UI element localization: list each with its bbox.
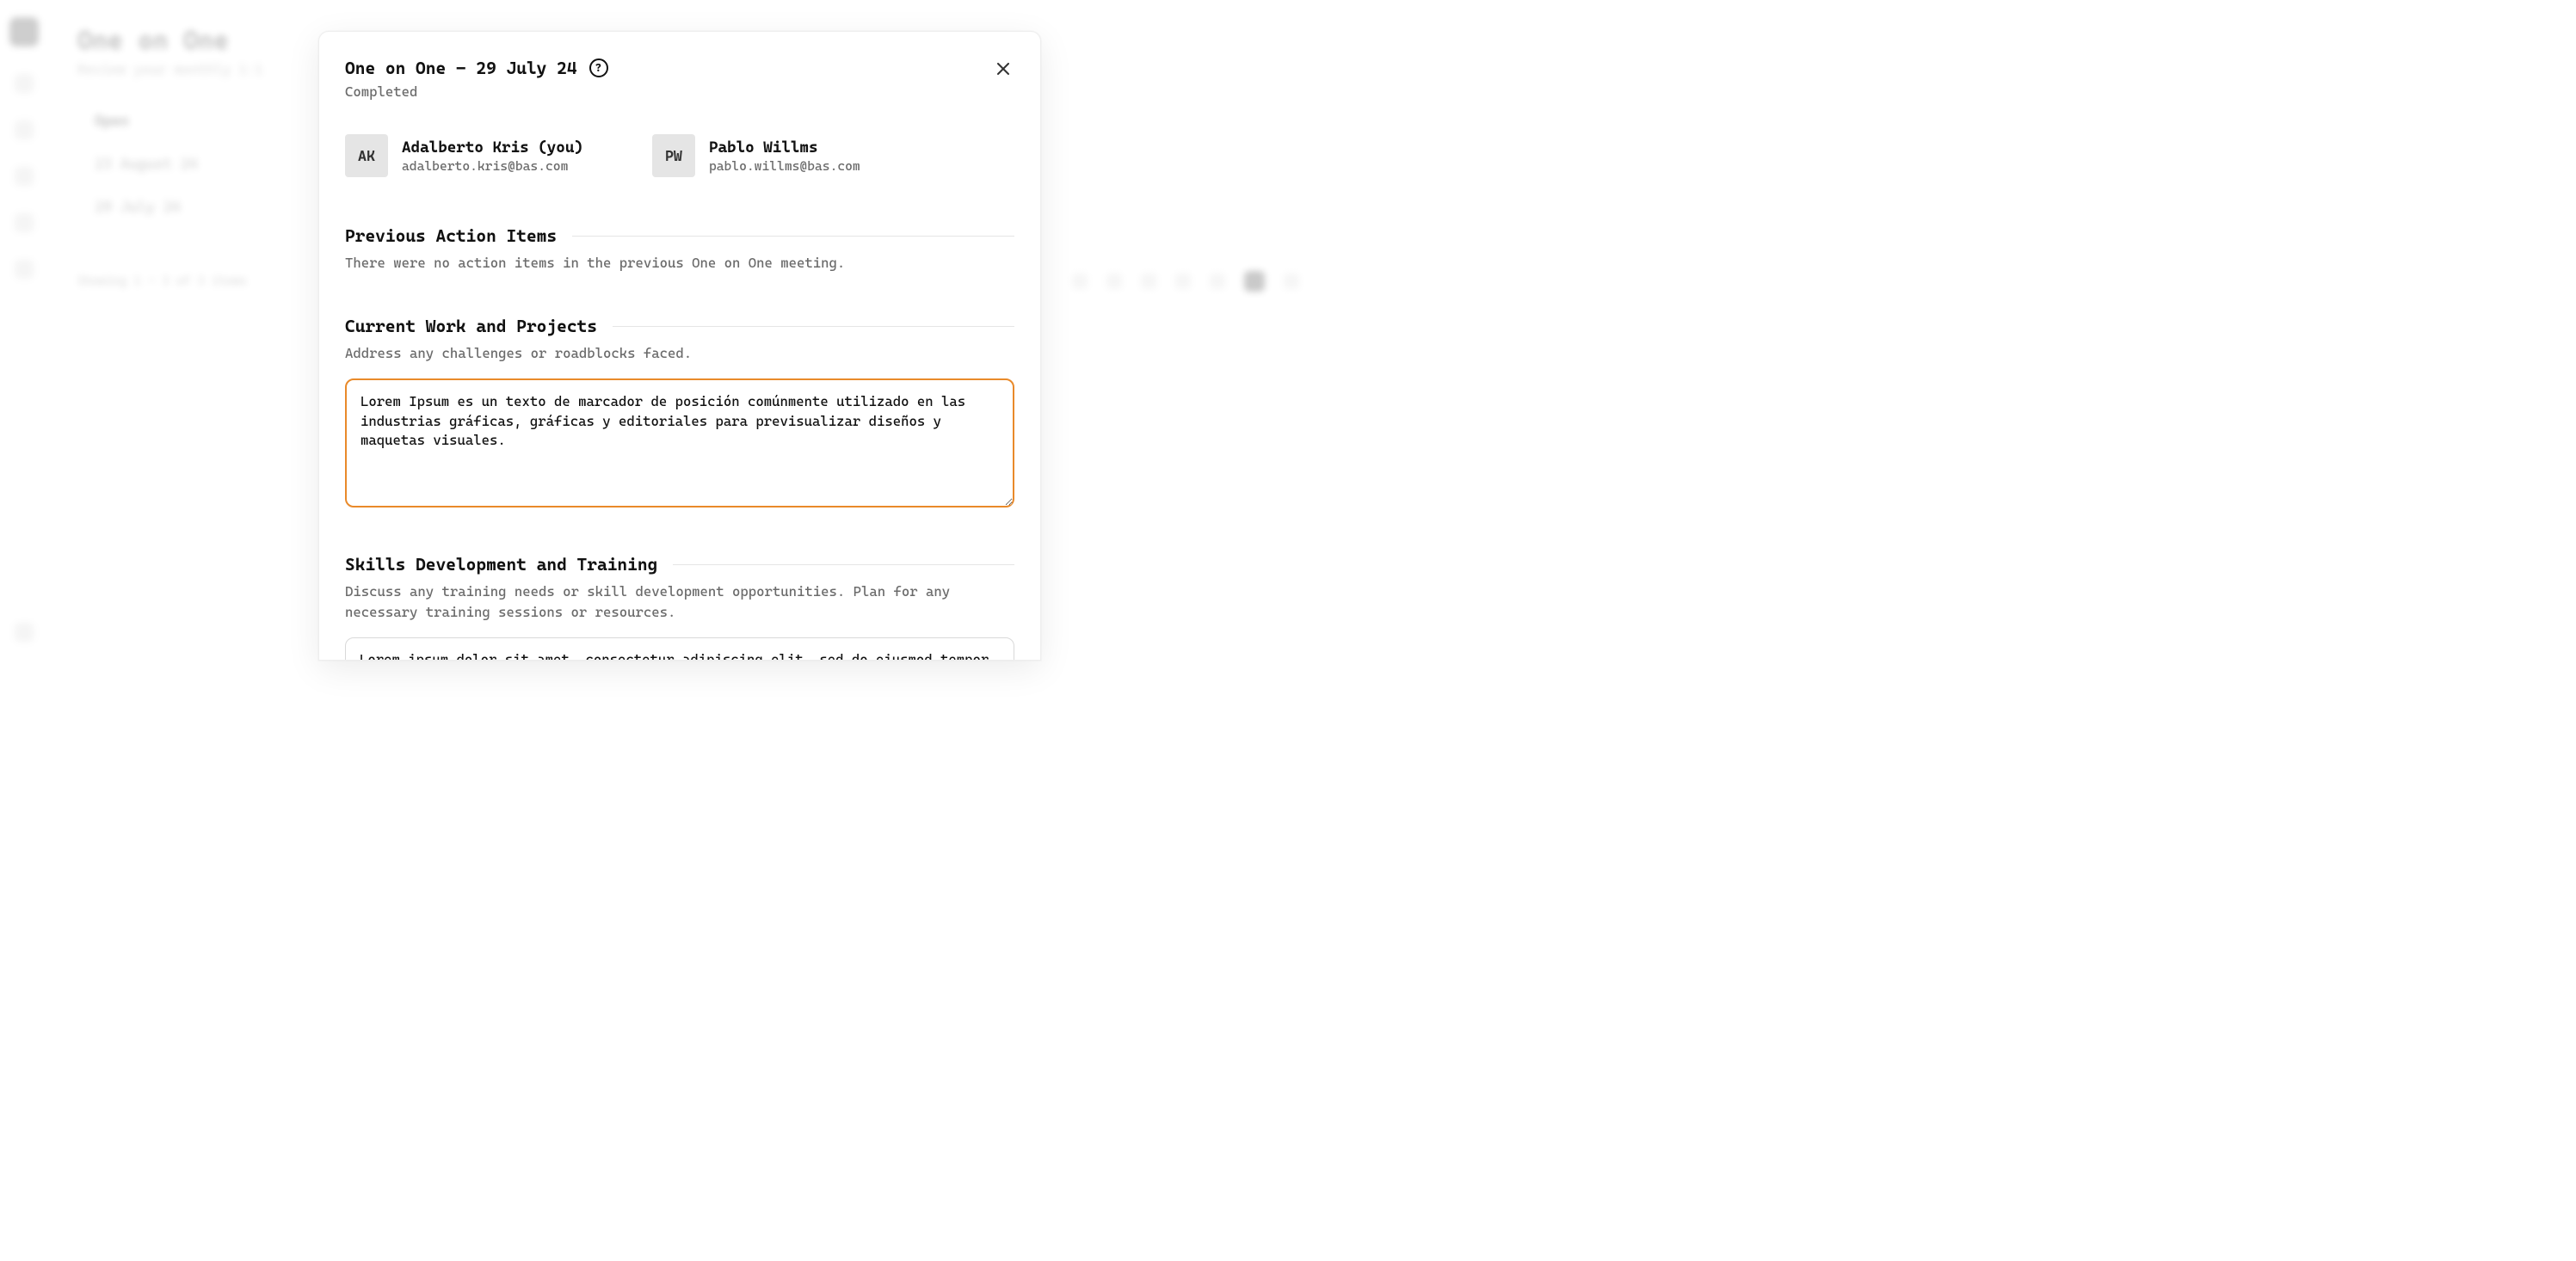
section-divider [673, 564, 1014, 565]
modal-title: One on One - 29 July 24 [345, 58, 577, 78]
section-heading: Previous Action Items [345, 225, 557, 246]
close-button[interactable] [992, 58, 1014, 80]
section-previous-action-items: Previous Action Items There were no acti… [345, 225, 1014, 273]
avatar: PW [652, 134, 695, 177]
modal-status: Completed [345, 83, 608, 100]
close-icon [997, 63, 1009, 75]
participant-email: adalberto.kris@bas.com [402, 158, 583, 174]
participant-name: Adalberto Kris (you) [402, 138, 583, 157]
section-heading: Current Work and Projects [345, 316, 597, 336]
section-current-work: Current Work and Projects Address any ch… [345, 316, 1014, 511]
section-heading: Skills Development and Training [345, 554, 657, 575]
section-divider [572, 236, 1014, 237]
participant-email: pablo.willms@bas.com [709, 158, 860, 174]
section-description: Address any challenges or roadblocks fac… [345, 343, 999, 363]
participant-other: PW Pablo Willms pablo.willms@bas.com [652, 134, 860, 177]
avatar: AK [345, 134, 388, 177]
help-icon[interactable]: ? [589, 58, 608, 77]
section-skills-training: Skills Development and Training Discuss … [345, 554, 1014, 661]
participant-self: AK Adalberto Kris (you) adalberto.kris@b… [345, 134, 583, 177]
section-description: Discuss any training needs or skill deve… [345, 581, 999, 621]
participant-name: Pablo Willms [709, 138, 860, 157]
section-description: There were no action items in the previo… [345, 253, 999, 273]
skills-textarea[interactable] [345, 637, 1014, 661]
current-work-textarea[interactable] [345, 378, 1014, 507]
section-divider [613, 326, 1014, 327]
one-on-one-modal: One on One - 29 July 24 ? Completed AK A… [318, 31, 1041, 661]
